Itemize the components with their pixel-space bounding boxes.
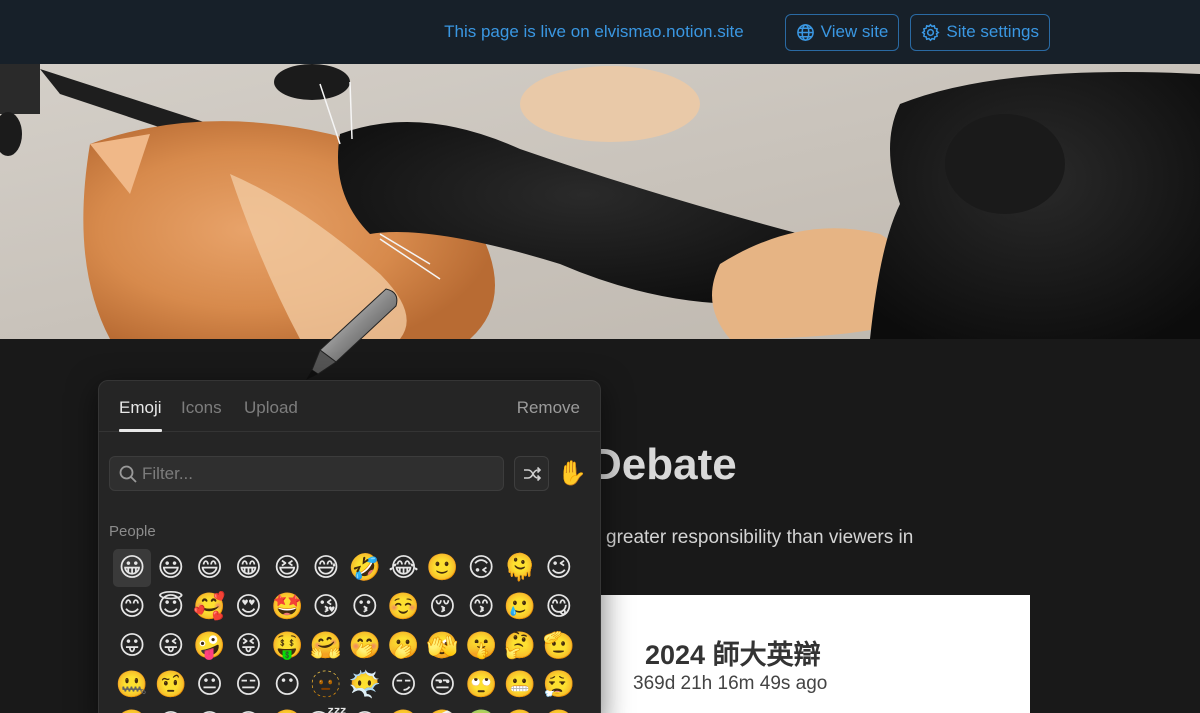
emoji-option[interactable]: 🫡 xyxy=(540,627,578,665)
emoji-option[interactable]: 🤥 xyxy=(113,705,151,713)
embed-title: 2024 師大英辯 xyxy=(645,640,821,670)
emoji-option[interactable]: 🤢 xyxy=(462,705,500,713)
emoji-option[interactable]: 😑 xyxy=(229,666,267,704)
emoji-option[interactable]: 😶 xyxy=(268,666,306,704)
emoji-option[interactable]: 😍 xyxy=(229,588,267,626)
picker-tabs: Emoji Icons Upload Remove xyxy=(99,381,600,432)
skin-tone-selector[interactable]: ✋ xyxy=(557,459,587,488)
site-settings-button[interactable]: Site settings xyxy=(910,13,1050,51)
live-status-text[interactable]: This page is live on elvismao.notion.sit… xyxy=(444,22,744,42)
emoji-option[interactable]: 🤨 xyxy=(152,666,190,704)
emoji-option[interactable]: 😛 xyxy=(113,627,151,665)
emoji-option[interactable]: 😆 xyxy=(268,549,306,587)
emoji-option[interactable]: 🤐 xyxy=(113,666,151,704)
emoji-option[interactable]: 😃 xyxy=(152,549,190,587)
emoji-filter-input[interactable] xyxy=(142,457,492,490)
emoji-option[interactable]: 🫢 xyxy=(385,627,423,665)
gear-icon xyxy=(921,23,940,41)
emoji-grid: 😀 😃 😄 😁 😆 😅 🤣 😂 🙂 🙃 🫠 😉 😊 😇 🥰 😍 🤩 😘 😗 ☺️ 😚 😙 🥲 😋 😛 😜 🤪 😝 🤑 🤗 🤭 🫢 🫣 🤫 🤔 🫡 🤐 🤨 😐… xyxy=(113,549,593,713)
emoji-option[interactable]: 😐 xyxy=(191,666,229,704)
emoji-option[interactable]: 🤕 xyxy=(423,705,461,713)
emoji-option[interactable]: 😉 xyxy=(540,549,578,587)
pen-cursor-icon xyxy=(306,288,398,380)
emoji-option[interactable]: 😪 xyxy=(229,705,267,713)
emoji-option[interactable]: 🤩 xyxy=(268,588,306,626)
tab-upload[interactable]: Upload xyxy=(244,398,298,418)
cats-cover-illustration xyxy=(0,64,1200,339)
active-tab-indicator xyxy=(119,429,162,432)
emoji-option[interactable]: 🤤 xyxy=(268,705,306,713)
emoji-option[interactable]: 🫥 xyxy=(307,666,345,704)
emoji-option[interactable]: 🤣 xyxy=(346,549,384,587)
emoji-option[interactable]: 😘 xyxy=(307,588,345,626)
emoji-option[interactable]: 🤭 xyxy=(346,627,384,665)
emoji-filter-field[interactable] xyxy=(109,456,504,491)
emoji-option[interactable]: 😌 xyxy=(152,705,190,713)
emoji-option[interactable]: 🥲 xyxy=(501,588,539,626)
countdown-embed[interactable]: 2024 師大英辯 369d 21h 16m 49s ago xyxy=(599,595,1030,713)
view-site-button[interactable]: View site xyxy=(784,13,900,51)
emoji-option[interactable]: 😁 xyxy=(229,549,267,587)
page-title[interactable]: Debate xyxy=(590,440,737,490)
emoji-option[interactable]: 😂 xyxy=(385,549,423,587)
search-icon xyxy=(119,465,137,483)
emoji-option[interactable]: 🫣 xyxy=(423,627,461,665)
tab-icons[interactable]: Icons xyxy=(181,398,222,418)
emoji-option[interactable]: 😅 xyxy=(307,549,345,587)
emoji-option[interactable]: 😷 xyxy=(346,705,384,713)
shuffle-icon xyxy=(523,466,541,481)
emoji-option[interactable]: 😀 xyxy=(113,549,151,587)
remove-button[interactable]: Remove xyxy=(517,398,580,418)
tab-emoji[interactable]: Emoji xyxy=(119,398,162,418)
emoji-option[interactable]: 🤮 xyxy=(501,705,539,713)
emoji-option[interactable]: 🫠 xyxy=(501,549,539,587)
emoji-option[interactable]: 😶‍🌫️ xyxy=(346,666,384,704)
random-emoji-button[interactable] xyxy=(514,456,549,491)
emoji-option[interactable]: 😏 xyxy=(385,666,423,704)
emoji-picker-popover: Emoji Icons Upload Remove ✋ People 😀😃😄😁😆… xyxy=(98,380,601,713)
emoji-option[interactable]: 😴 xyxy=(305,705,347,713)
emoji-option[interactable]: 😝 xyxy=(229,627,267,665)
emoji-option[interactable]: 😜 xyxy=(152,627,190,665)
emoji-option[interactable]: 😔 xyxy=(191,705,229,713)
emoji-option[interactable]: 😙 xyxy=(462,588,500,626)
view-site-label: View site xyxy=(820,22,889,41)
category-label: People xyxy=(109,523,156,540)
emoji-option[interactable]: 😗 xyxy=(346,588,384,626)
emoji-option[interactable]: 🤗 xyxy=(307,627,345,665)
notion-page: { "topbar": { "live_text": "This page is… xyxy=(0,0,1200,713)
emoji-option[interactable]: 🥰 xyxy=(191,588,229,626)
emoji-option[interactable]: ☺️ xyxy=(385,588,423,626)
cover-image[interactable] xyxy=(0,64,1200,339)
emoji-option[interactable]: 😒 xyxy=(423,666,461,704)
emoji-option[interactable]: 😊 xyxy=(113,588,151,626)
globe-icon xyxy=(796,23,814,41)
emoji-option[interactable]: 😬 xyxy=(501,666,539,704)
emoji-option[interactable]: 🤒 xyxy=(385,705,423,713)
emoji-option[interactable]: 🙃 xyxy=(462,549,500,587)
emoji-option[interactable]: 🤔 xyxy=(501,627,539,665)
emoji-option[interactable]: 😇 xyxy=(152,588,190,626)
emoji-option[interactable]: 😋 xyxy=(540,588,578,626)
embed-elapsed-time: 369d 21h 16m 49s ago xyxy=(633,673,828,694)
emoji-option[interactable]: 🙄 xyxy=(462,666,500,704)
emoji-option[interactable]: 🙂 xyxy=(423,549,461,587)
emoji-option[interactable]: 🤪 xyxy=(191,627,229,665)
publish-bar: This page is live on elvismao.notion.sit… xyxy=(0,0,1200,64)
page-description[interactable]: greater responsibility than viewers in xyxy=(606,527,913,549)
emoji-option[interactable]: 😮‍💨 xyxy=(540,666,578,704)
emoji-option[interactable]: 🤑 xyxy=(268,627,306,665)
site-settings-label: Site settings xyxy=(946,22,1039,41)
emoji-option[interactable]: 🤧 xyxy=(540,705,578,713)
emoji-option[interactable]: 😚 xyxy=(423,588,461,626)
emoji-option[interactable]: 🤫 xyxy=(462,627,500,665)
emoji-option[interactable]: 😄 xyxy=(191,549,229,587)
